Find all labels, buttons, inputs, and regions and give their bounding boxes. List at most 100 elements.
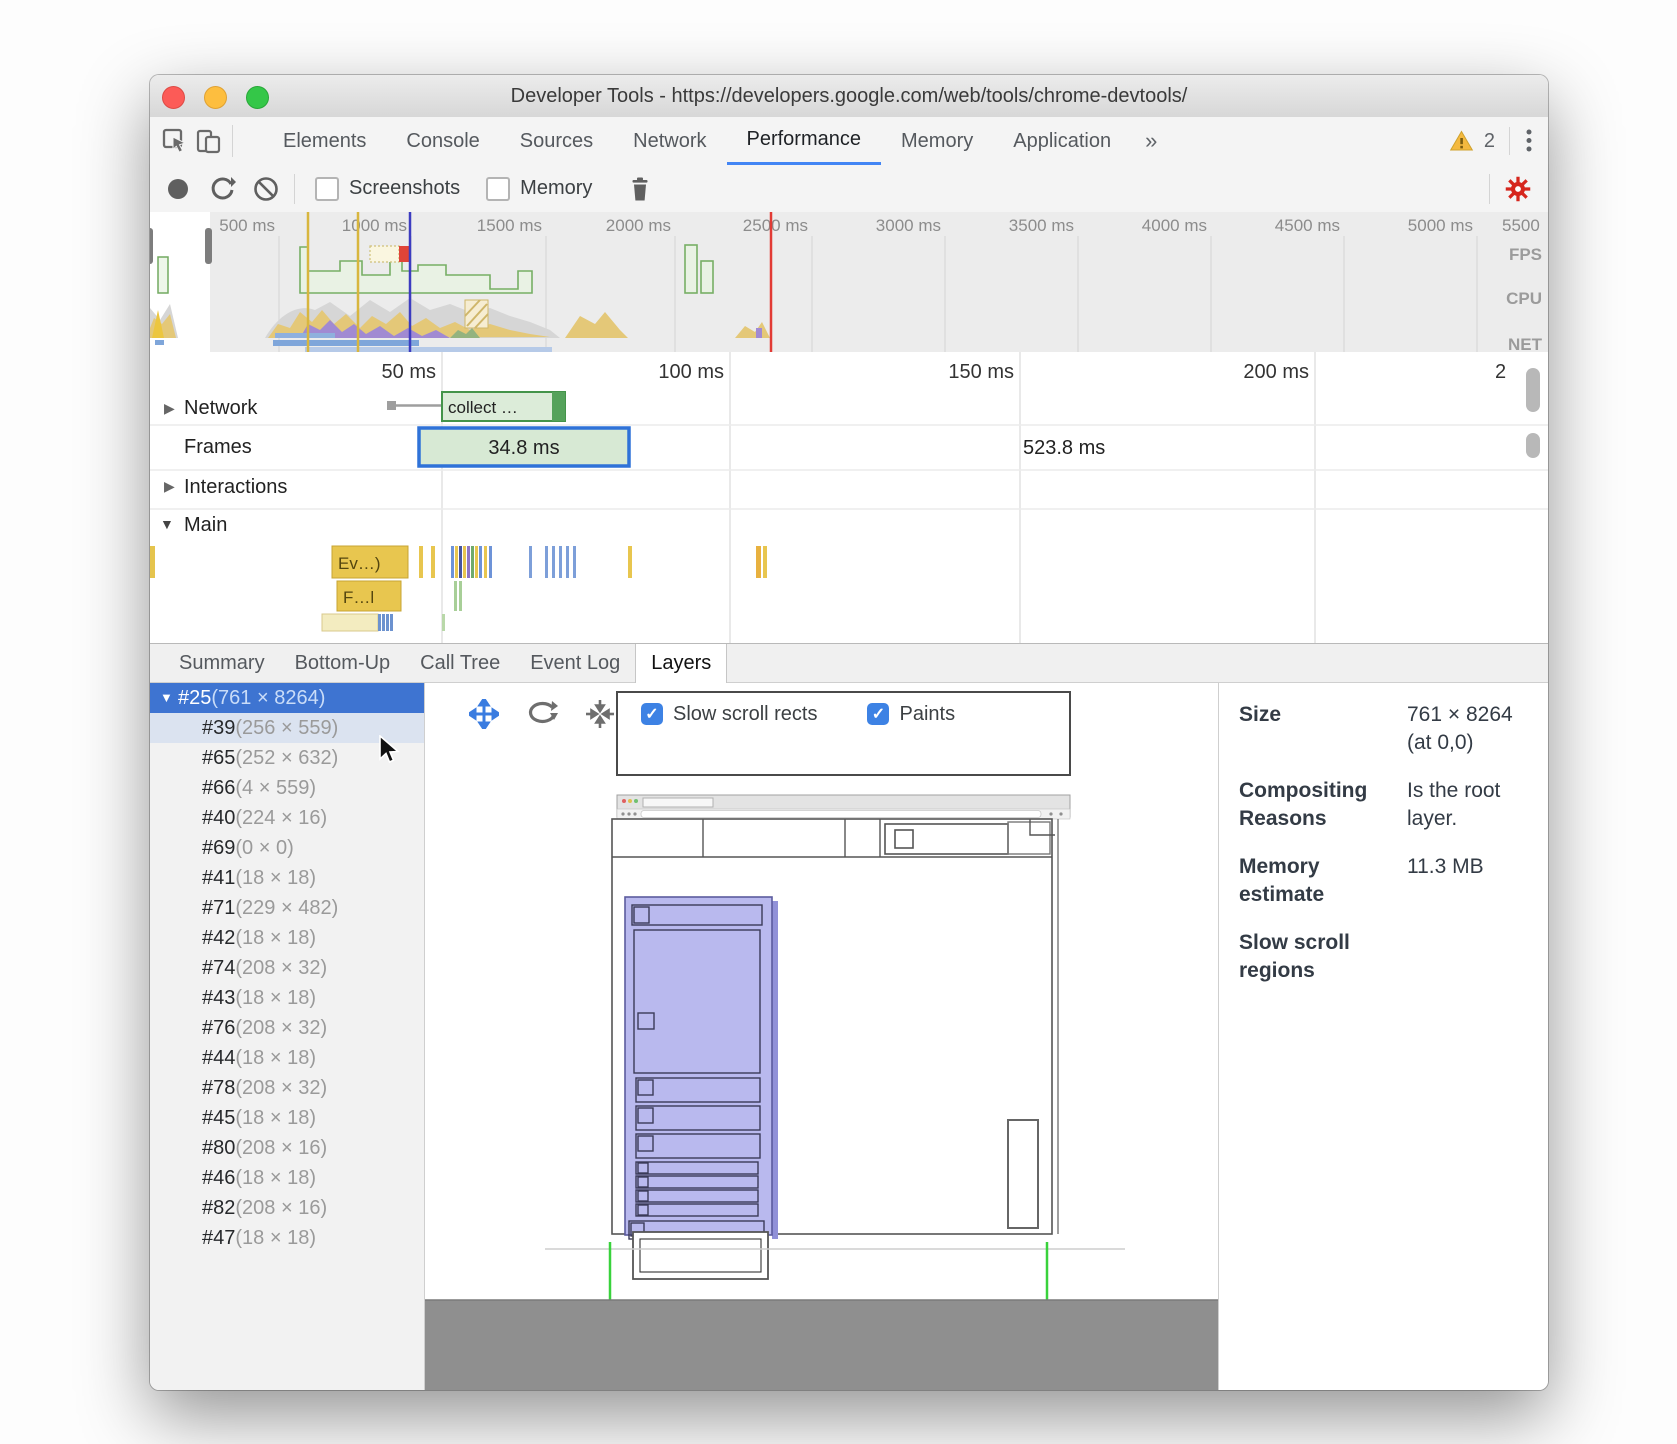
layer-tree-item[interactable]: #41(18 × 18) <box>150 863 424 893</box>
tab-memory[interactable]: Memory <box>881 117 993 165</box>
layer-tree-item[interactable]: #47(18 × 18) <box>150 1223 424 1253</box>
zoom-window-button[interactable] <box>246 86 269 109</box>
selection-handle-right[interactable] <box>205 228 212 264</box>
flame-scrollbar-thumb[interactable] <box>1526 368 1540 412</box>
traffic-lights <box>162 86 269 109</box>
tab-sources[interactable]: Sources <box>500 117 613 165</box>
warning-count[interactable]: 2 <box>1484 130 1495 153</box>
timeline-overview[interactable]: 500 ms 1000 ms 1500 ms 2000 ms 2500 ms 3… <box>150 212 1548 353</box>
inspect-cursor-icon <box>161 127 189 155</box>
overview-tick: 500 ms <box>219 216 275 235</box>
layer-tree-item[interactable]: #74(208 × 32) <box>150 953 424 983</box>
layer-dimensions: (224 × 16) <box>235 807 327 829</box>
expand-interactions-icon[interactable]: ▶ <box>164 478 175 494</box>
paints-checkbox[interactable]: ✓ <box>867 703 889 725</box>
layer-tree-item[interactable]: #44(18 × 18) <box>150 1043 424 1073</box>
collapse-icon[interactable]: ▼ <box>160 683 176 713</box>
layer-dimensions: (18 × 18) <box>235 1167 316 1189</box>
title-bar[interactable]: Developer Tools - https://developers.goo… <box>150 75 1548 118</box>
layer-tree-item[interactable]: #43(18 × 18) <box>150 983 424 1013</box>
expand-network-icon[interactable]: ▶ <box>164 400 175 416</box>
flame-chart[interactable]: 50 ms 100 ms 150 ms 200 ms 2 ▶ Network c… <box>150 352 1548 643</box>
toolbar-divider <box>232 125 233 157</box>
flame-tick: 100 ms <box>658 361 724 383</box>
pan-mode-button[interactable] <box>455 699 513 729</box>
rotate-mode-button[interactable] <box>513 699 571 729</box>
tab-application[interactable]: Application <box>993 117 1131 165</box>
overview-tick: 5000 ms <box>1408 216 1473 235</box>
row-label-main[interactable]: Main <box>184 514 227 536</box>
layer-details-pane: Size761 × 8264 (at 0,0)Compositing Reaso… <box>1218 683 1548 1390</box>
reload-and-record-button[interactable] <box>200 175 244 202</box>
flame-event-label: F…l <box>343 588 374 607</box>
more-tabs-button[interactable]: » <box>1131 117 1171 165</box>
layer-tree-item[interactable]: #42(18 × 18) <box>150 923 424 953</box>
layers-canvas-pane[interactable]: ✓ Slow scroll rects ✓ Paints <box>425 683 1218 1390</box>
tab-event-log[interactable]: Event Log <box>515 644 635 682</box>
detail-label: Size <box>1239 701 1407 757</box>
layer-tree-item[interactable]: ▼#25(761 × 8264) <box>150 683 424 713</box>
overview-tick: 1000 ms <box>342 216 407 235</box>
tab-elements[interactable]: Elements <box>263 117 386 165</box>
clear-recording-button[interactable] <box>244 176 288 202</box>
tab-call-tree[interactable]: Call Tree <box>405 644 515 682</box>
tab-layers[interactable]: Layers <box>635 644 727 683</box>
layer-tree-item[interactable]: #46(18 × 18) <box>150 1163 424 1193</box>
flame-tick: 200 ms <box>1243 361 1309 383</box>
row-label-network[interactable]: Network <box>184 397 258 419</box>
tab-summary[interactable]: Summary <box>164 644 280 682</box>
tab-network[interactable]: Network <box>613 117 726 165</box>
tab-bottom-up[interactable]: Bottom-Up <box>280 644 406 682</box>
row-label-interactions[interactable]: Interactions <box>184 476 287 498</box>
layer-tree-item[interactable]: #40(224 × 16) <box>150 803 424 833</box>
layer-id: #66 <box>202 777 235 799</box>
lane-label-fps: FPS <box>1509 245 1542 264</box>
reset-view-button[interactable] <box>571 699 629 729</box>
capture-settings-button[interactable] <box>1496 175 1540 203</box>
divider <box>1489 174 1490 204</box>
layer-dimensions: (18 × 18) <box>235 1107 316 1129</box>
network-request-label: collect … <box>448 398 518 417</box>
layer-tree-item[interactable]: #69(0 × 0) <box>150 833 424 863</box>
layer-id: #80 <box>202 1137 235 1159</box>
layer-tree-item[interactable]: #71(229 × 482) <box>150 893 424 923</box>
tab-console[interactable]: Console <box>386 117 499 165</box>
layer-dimensions: (4 × 559) <box>235 777 316 799</box>
close-window-button[interactable] <box>162 86 185 109</box>
detail-row: Size761 × 8264 (at 0,0) <box>1239 701 1548 757</box>
reload-icon <box>209 175 236 202</box>
layer-dimensions: (18 × 18) <box>235 927 316 949</box>
paints-label: Paints <box>899 703 955 726</box>
screenshots-checkbox[interactable] <box>315 177 339 201</box>
overview-tick: 4000 ms <box>1142 216 1207 235</box>
hovered-layer-rect[interactable] <box>625 897 772 1235</box>
flame-scrollbar-thumb[interactable] <box>1526 433 1540 458</box>
layer-tree-item[interactable]: #45(18 × 18) <box>150 1103 424 1133</box>
layer-id: #71 <box>202 897 235 919</box>
collapse-main-icon[interactable]: ▼ <box>160 516 174 532</box>
device-toolbar-button[interactable] <box>192 117 226 165</box>
clear-icon <box>253 176 279 202</box>
overview-tick: 1500 ms <box>477 216 542 235</box>
overview-tick: 2500 ms <box>743 216 808 235</box>
minimize-window-button[interactable] <box>204 86 227 109</box>
layer-tree-item[interactable]: #76(208 × 32) <box>150 1013 424 1043</box>
layer-tree-item[interactable]: #66(4 × 559) <box>150 773 424 803</box>
selection-handle-left[interactable] <box>150 228 153 264</box>
layer-tree-item[interactable]: #82(208 × 16) <box>150 1193 424 1223</box>
inspect-element-button[interactable] <box>158 117 192 165</box>
panel-tabs: Elements Console Sources Network Perform… <box>263 117 1171 165</box>
memory-label: Memory <box>520 177 592 200</box>
row-label-frames[interactable]: Frames <box>184 436 252 458</box>
tab-performance[interactable]: Performance <box>727 117 882 165</box>
slow-scroll-rects-checkbox[interactable]: ✓ <box>641 703 663 725</box>
layer-dimensions: (0 × 0) <box>235 837 293 859</box>
record-button[interactable] <box>156 177 200 201</box>
layer-id: #46 <box>202 1167 235 1189</box>
layer-tree-item[interactable]: #78(208 × 32) <box>150 1073 424 1103</box>
garbage-collect-button[interactable] <box>618 176 662 202</box>
kebab-menu-icon[interactable] <box>1524 127 1534 155</box>
memory-checkbox[interactable] <box>486 177 510 201</box>
layer-tree-item[interactable]: #80(208 × 16) <box>150 1133 424 1163</box>
warning-icon[interactable] <box>1449 129 1474 153</box>
